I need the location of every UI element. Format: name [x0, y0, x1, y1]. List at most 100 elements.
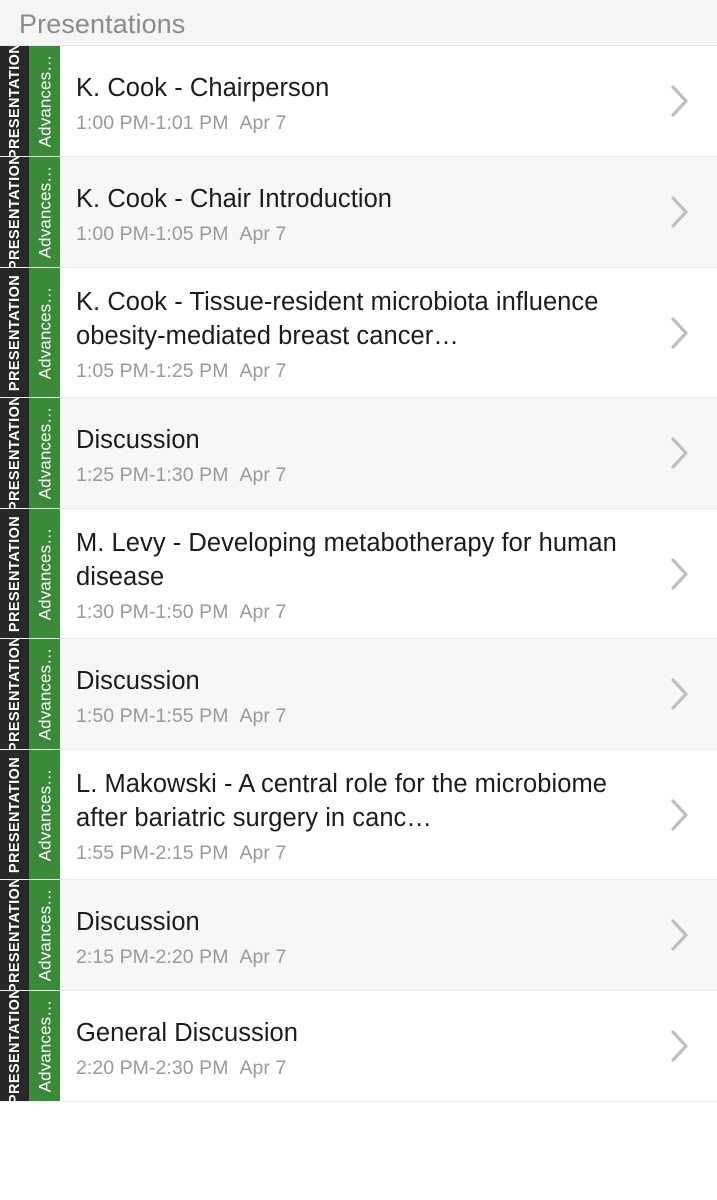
list-item-3[interactable]: PRESENTATION Advances… Discussion 1:25 P… — [0, 398, 717, 509]
item-date: Apr 7 — [239, 1056, 287, 1079]
chevron-right-icon — [667, 80, 693, 122]
item-meta: 1:00 PM-1:05 PM Apr 7 — [76, 222, 643, 245]
item-type-label: PRESENTATION — [6, 880, 23, 990]
item-content: Discussion 1:50 PM-1:55 PM Apr 7 — [60, 639, 643, 749]
item-type-rail: PRESENTATION — [0, 157, 29, 267]
item-session-label: Advances… — [35, 165, 54, 259]
item-date: Apr 7 — [239, 360, 287, 383]
item-type-label: PRESENTATION — [6, 639, 23, 749]
item-title: Discussion — [76, 666, 200, 695]
item-content: M. Levy - Developing metabotherapy for h… — [60, 509, 643, 638]
item-title: Discussion — [76, 907, 200, 936]
item-session-label: Advances… — [35, 54, 54, 148]
chevron-right-icon — [667, 914, 693, 956]
item-session-label: Advances… — [35, 286, 54, 379]
item-type-label: PRESENTATION — [6, 157, 23, 267]
chevron-right-icon — [667, 673, 693, 715]
item-title: K. Cook - Tissue-resident microbiota inf… — [76, 288, 599, 351]
item-title: K. Cook - Chairperson — [76, 73, 330, 102]
item-time: 2:20 PM-2:30 PM — [76, 1056, 229, 1079]
item-content: K. Cook - Tissue-resident microbiota inf… — [60, 268, 643, 397]
item-time: 1:30 PM-1:50 PM — [76, 601, 229, 624]
item-time: 1:25 PM-1:30 PM — [76, 463, 229, 486]
item-time: 1:05 PM-1:25 PM — [76, 360, 229, 383]
item-session-rail: Advances… — [29, 750, 60, 879]
item-type-rail: PRESENTATION — [0, 398, 29, 508]
item-type-label: PRESENTATION — [6, 515, 23, 632]
item-session-rail: Advances… — [29, 398, 60, 508]
item-title: Discussion — [76, 425, 200, 454]
item-meta: 1:55 PM-2:15 PM Apr 7 — [76, 844, 643, 864]
chevron-right-icon — [667, 794, 693, 836]
item-time: 2:15 PM-2:20 PM — [76, 945, 229, 968]
presentations-list[interactable]: PRESENTATION Advances… K. Cook - Chairpe… — [0, 46, 717, 1200]
item-content: Discussion 2:15 PM-2:20 PM Apr 7 — [60, 880, 643, 990]
item-time: 1:50 PM-1:55 PM — [76, 704, 229, 727]
item-content: Discussion 1:25 PM-1:30 PM Apr 7 — [60, 398, 643, 508]
item-disclosure-button[interactable] — [643, 46, 717, 156]
item-type-label: PRESENTATION — [6, 991, 23, 1101]
item-type-label: PRESENTATION — [6, 398, 23, 508]
item-session-label: Advances… — [35, 999, 54, 1093]
item-session-rail: Advances… — [29, 991, 60, 1101]
item-meta: 1:50 PM-1:55 PM Apr 7 — [76, 704, 643, 727]
item-meta: 2:20 PM-2:30 PM Apr 7 — [76, 1056, 643, 1079]
item-disclosure-button[interactable] — [643, 509, 717, 638]
item-session-label: Advances… — [35, 647, 54, 741]
list-item-7[interactable]: PRESENTATION Advances… Discussion 2:15 P… — [0, 880, 717, 991]
item-session-label: Advances… — [35, 768, 54, 861]
item-disclosure-button[interactable] — [643, 639, 717, 749]
item-date: Apr 7 — [239, 222, 287, 245]
chevron-right-icon — [667, 553, 693, 595]
item-title: General Discussion — [76, 1018, 298, 1047]
list-item-2[interactable]: PRESENTATION Advances… K. Cook - Tissue-… — [0, 268, 717, 398]
item-session-rail: Advances… — [29, 268, 60, 397]
chevron-right-icon — [667, 312, 693, 354]
chevron-right-icon — [667, 1025, 693, 1067]
item-session-rail: Advances… — [29, 880, 60, 990]
item-content: K. Cook - Chair Introduction 1:00 PM-1:0… — [60, 157, 643, 267]
item-type-rail: PRESENTATION — [0, 639, 29, 749]
item-type-rail: PRESENTATION — [0, 750, 29, 879]
list-item-4[interactable]: PRESENTATION Advances… M. Levy - Develop… — [0, 509, 717, 639]
list-item-1[interactable]: PRESENTATION Advances… K. Cook - Chair I… — [0, 157, 717, 268]
item-title: L. Makowski - A central role for the mic… — [76, 770, 607, 833]
item-type-rail: PRESENTATION — [0, 46, 29, 156]
item-meta: 1:30 PM-1:50 PM Apr 7 — [76, 603, 643, 623]
list-item-5[interactable]: PRESENTATION Advances… Discussion 1:50 P… — [0, 639, 717, 750]
item-disclosure-button[interactable] — [643, 991, 717, 1101]
item-meta: 1:05 PM-1:25 PM Apr 7 — [76, 362, 643, 382]
list-item-0[interactable]: PRESENTATION Advances… K. Cook - Chairpe… — [0, 46, 717, 157]
item-date: Apr 7 — [239, 463, 287, 486]
item-meta: 1:25 PM-1:30 PM Apr 7 — [76, 463, 643, 486]
item-time: 1:00 PM-1:01 PM — [76, 111, 229, 134]
item-date: Apr 7 — [239, 842, 287, 865]
item-content: L. Makowski - A central role for the mic… — [60, 750, 643, 879]
item-disclosure-button[interactable] — [643, 268, 717, 397]
item-session-rail: Advances… — [29, 46, 60, 156]
item-title: M. Levy - Developing metabotherapy for h… — [76, 529, 617, 592]
item-session-label: Advances… — [35, 406, 54, 500]
item-session-rail: Advances… — [29, 509, 60, 638]
item-session-rail: Advances… — [29, 639, 60, 749]
item-type-label: PRESENTATION — [6, 46, 23, 156]
item-disclosure-button[interactable] — [643, 157, 717, 267]
item-type-rail: PRESENTATION — [0, 991, 29, 1101]
item-disclosure-button[interactable] — [643, 880, 717, 990]
list-item-6[interactable]: PRESENTATION Advances… L. Makowski - A c… — [0, 750, 717, 880]
item-meta: 1:00 PM-1:01 PM Apr 7 — [76, 111, 643, 134]
item-type-label: PRESENTATION — [6, 756, 23, 873]
item-session-label: Advances… — [35, 527, 54, 620]
item-type-label: PRESENTATION — [6, 274, 23, 391]
item-content: K. Cook - Chairperson 1:00 PM-1:01 PM Apr… — [60, 46, 643, 156]
item-date: Apr 7 — [239, 945, 287, 968]
list-item-8[interactable]: PRESENTATION Advances… General Discussio… — [0, 991, 717, 1102]
item-session-rail: Advances… — [29, 157, 60, 267]
item-time: 1:55 PM-2:15 PM — [76, 842, 229, 865]
item-type-rail: PRESENTATION — [0, 268, 29, 397]
item-meta: 2:15 PM-2:20 PM Apr 7 — [76, 945, 643, 968]
item-disclosure-button[interactable] — [643, 750, 717, 879]
item-date: Apr 7 — [239, 111, 287, 134]
item-disclosure-button[interactable] — [643, 398, 717, 508]
item-title: K. Cook - Chair Introduction — [76, 184, 393, 213]
